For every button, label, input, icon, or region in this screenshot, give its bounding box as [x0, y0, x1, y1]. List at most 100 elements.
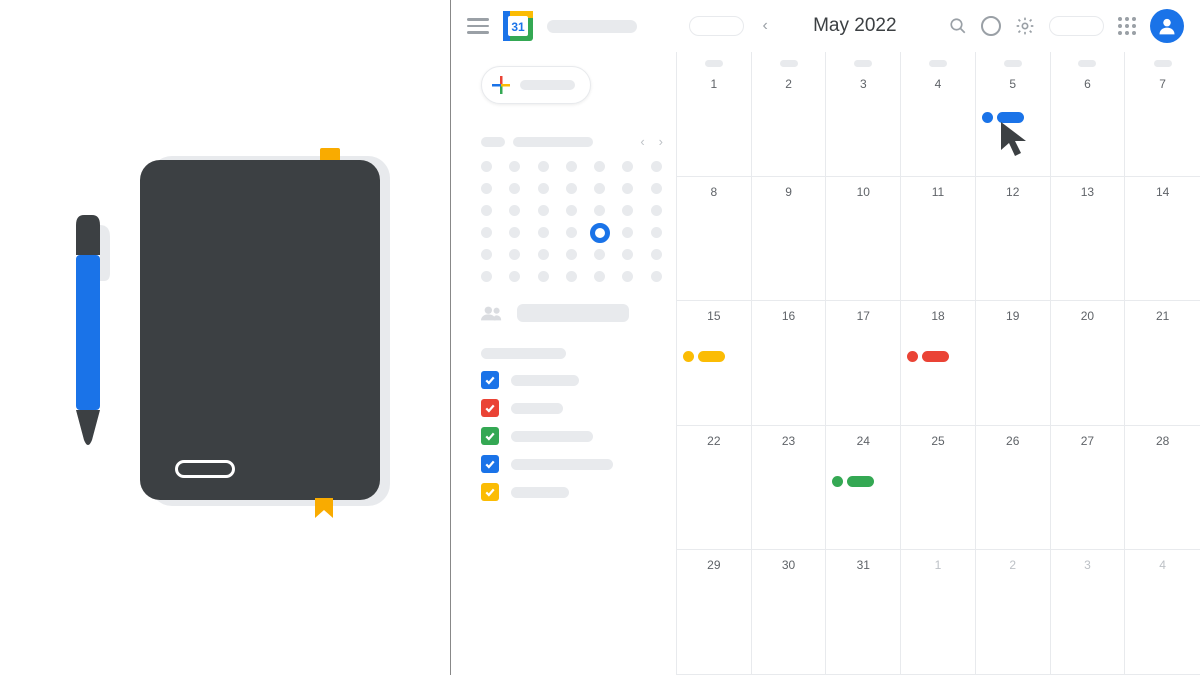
calendar-item[interactable] [481, 455, 666, 473]
mini-cal-day[interactable] [538, 271, 549, 282]
mini-cal-day[interactable] [481, 161, 492, 172]
search-people[interactable] [481, 304, 666, 322]
calendar-item[interactable] [481, 399, 666, 417]
mini-cal-day[interactable] [538, 161, 549, 172]
day-cell[interactable]: 3 [1051, 550, 1126, 675]
mini-cal-day[interactable] [509, 227, 520, 238]
view-switcher[interactable] [1049, 16, 1104, 36]
mini-cal-day[interactable] [594, 249, 605, 260]
day-cell[interactable]: 2 [752, 52, 827, 177]
mini-cal-day[interactable] [538, 249, 549, 260]
calendar-checkbox[interactable] [481, 427, 499, 445]
mini-cal-day[interactable] [651, 249, 662, 260]
day-cell[interactable]: 24 [826, 426, 901, 551]
calendar-item[interactable] [481, 483, 666, 501]
menu-icon[interactable] [467, 18, 489, 34]
day-cell[interactable]: 28 [1125, 426, 1200, 551]
event-chip[interactable] [832, 476, 874, 487]
day-cell[interactable]: 5 [976, 52, 1051, 177]
day-cell[interactable]: 20 [1051, 301, 1126, 426]
day-cell[interactable]: 1 [901, 550, 976, 675]
day-cell[interactable]: 26 [976, 426, 1051, 551]
day-cell[interactable]: 18 [901, 301, 976, 426]
event-chip[interactable] [907, 351, 949, 362]
mini-cal-day[interactable] [594, 183, 605, 194]
calendar-checkbox[interactable] [481, 371, 499, 389]
mini-cal-day[interactable] [622, 161, 633, 172]
day-cell[interactable]: 2 [976, 550, 1051, 675]
event-chip[interactable] [683, 351, 725, 362]
mini-cal-day[interactable] [651, 271, 662, 282]
mini-cal-day[interactable] [594, 205, 605, 216]
search-icon[interactable] [949, 17, 967, 35]
mini-cal-day[interactable] [509, 183, 520, 194]
day-cell[interactable]: 25 [901, 426, 976, 551]
calendar-checkbox[interactable] [481, 399, 499, 417]
support-icon[interactable] [981, 16, 1001, 36]
today-button[interactable] [689, 16, 744, 36]
calendar-item[interactable] [481, 371, 666, 389]
mini-cal-day[interactable] [566, 249, 577, 260]
day-cell[interactable]: 11 [901, 177, 976, 302]
calendar-checkbox[interactable] [481, 455, 499, 473]
mini-cal-day[interactable] [566, 271, 577, 282]
day-cell[interactable]: 31 [826, 550, 901, 675]
mini-cal-day[interactable] [622, 205, 633, 216]
day-cell[interactable]: 23 [752, 426, 827, 551]
mini-cal-day[interactable] [509, 161, 520, 172]
mini-cal-day[interactable] [509, 205, 520, 216]
calendar-item[interactable] [481, 427, 666, 445]
mini-cal-day[interactable] [481, 249, 492, 260]
mini-cal-day[interactable] [651, 183, 662, 194]
prev-month-icon[interactable]: ‹ [758, 17, 771, 35]
mini-cal-day[interactable] [622, 249, 633, 260]
mini-cal-day[interactable] [622, 227, 633, 238]
day-cell[interactable]: 22 [677, 426, 752, 551]
mini-calendar[interactable] [481, 161, 666, 282]
apps-icon[interactable] [1118, 17, 1136, 35]
mini-cal-day[interactable] [481, 183, 492, 194]
day-cell[interactable]: 21 [1125, 301, 1200, 426]
day-cell[interactable]: 16 [752, 301, 827, 426]
mini-cal-day[interactable] [538, 183, 549, 194]
mini-cal-day[interactable] [594, 161, 605, 172]
create-button[interactable] [481, 66, 591, 104]
event-chip[interactable] [982, 112, 1024, 123]
day-cell[interactable]: 6 [1051, 52, 1126, 177]
settings-icon[interactable] [1015, 16, 1035, 36]
day-cell[interactable]: 9 [752, 177, 827, 302]
mini-cal-day[interactable] [651, 161, 662, 172]
mini-cal-day[interactable] [481, 205, 492, 216]
day-cell[interactable]: 12 [976, 177, 1051, 302]
mini-cal-day[interactable] [538, 205, 549, 216]
day-cell[interactable]: 14 [1125, 177, 1200, 302]
mini-cal-day[interactable] [622, 183, 633, 194]
mini-cal-day[interactable] [509, 249, 520, 260]
day-cell[interactable]: 7 [1125, 52, 1200, 177]
mini-cal-day[interactable] [481, 227, 492, 238]
day-cell[interactable]: 30 [752, 550, 827, 675]
day-cell[interactable]: 3 [826, 52, 901, 177]
mini-cal-day[interactable] [590, 223, 610, 243]
mini-cal-day[interactable] [651, 205, 662, 216]
day-cell[interactable]: 17 [826, 301, 901, 426]
day-cell[interactable]: 1 [677, 52, 752, 177]
mini-cal-day[interactable] [481, 271, 492, 282]
mini-prev-icon[interactable]: ‹ [637, 134, 647, 149]
mini-cal-day[interactable] [622, 271, 633, 282]
mini-next-icon[interactable]: › [656, 134, 666, 149]
day-cell[interactable]: 13 [1051, 177, 1126, 302]
day-cell[interactable]: 4 [901, 52, 976, 177]
day-cell[interactable]: 29 [677, 550, 752, 675]
mini-cal-day[interactable] [566, 161, 577, 172]
calendar-checkbox[interactable] [481, 483, 499, 501]
mini-cal-day[interactable] [538, 227, 549, 238]
day-cell[interactable]: 19 [976, 301, 1051, 426]
mini-cal-day[interactable] [651, 227, 662, 238]
account-avatar[interactable] [1150, 9, 1184, 43]
day-cell[interactable]: 8 [677, 177, 752, 302]
day-cell[interactable]: 4 [1125, 550, 1200, 675]
mini-cal-day[interactable] [594, 271, 605, 282]
day-cell[interactable]: 10 [826, 177, 901, 302]
day-cell[interactable]: 27 [1051, 426, 1126, 551]
